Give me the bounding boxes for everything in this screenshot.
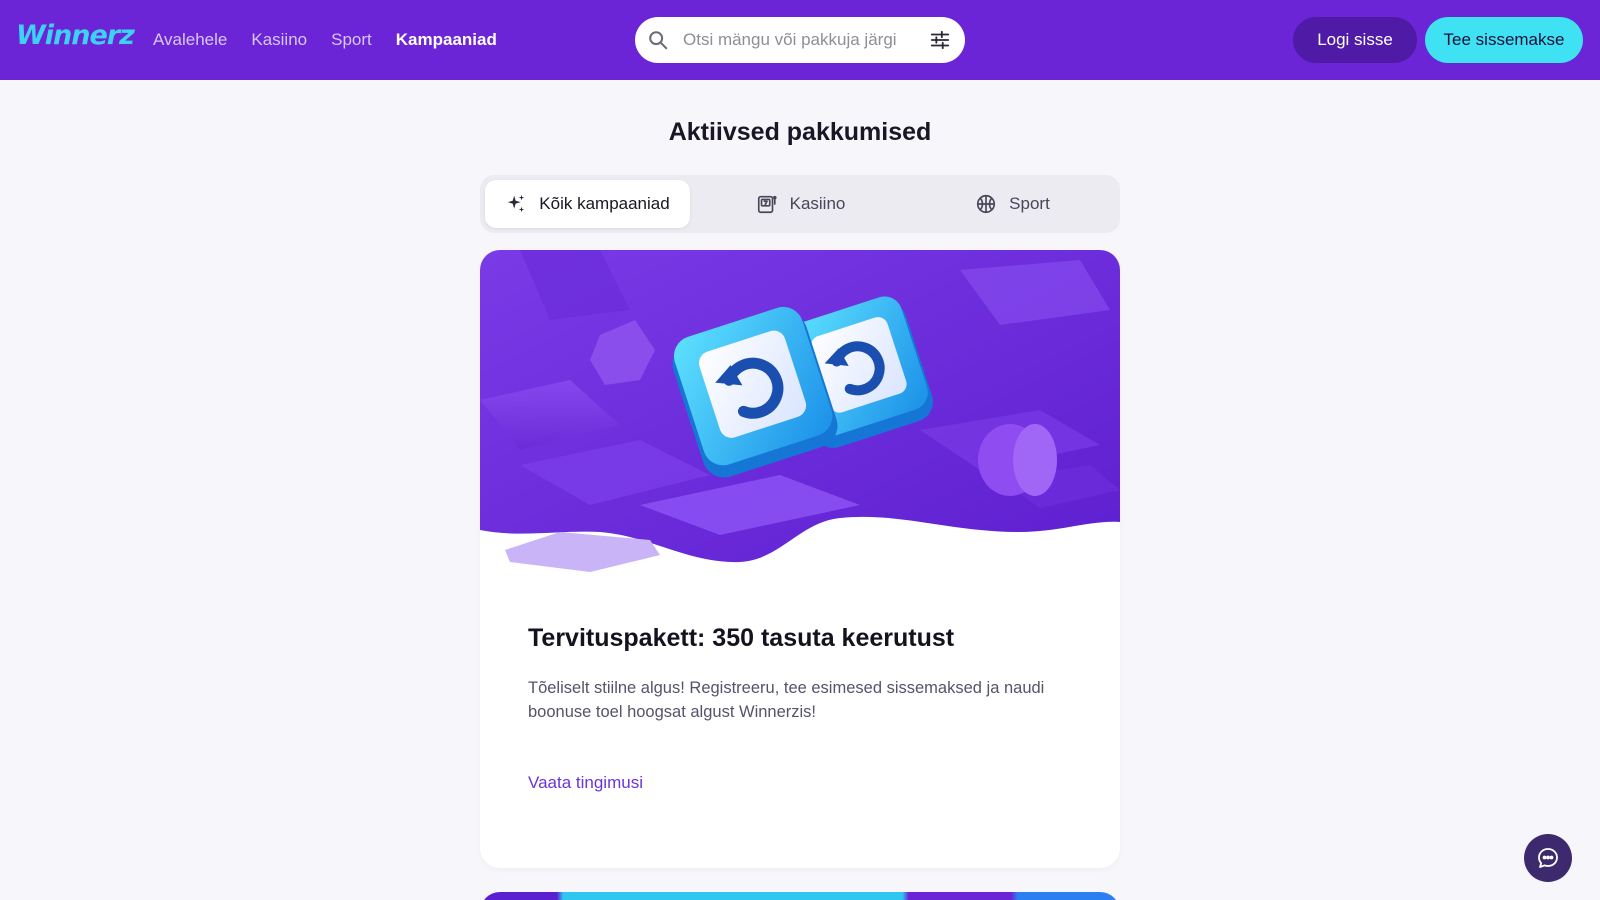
tab-label: Kasiino bbox=[789, 194, 846, 213]
winnerz-logo[interactable]: Winnerz bbox=[16, 20, 135, 51]
search-bar bbox=[635, 17, 965, 63]
nav-link-casino[interactable]: Kasiino bbox=[251, 30, 307, 50]
view-terms-link[interactable]: Vaata tingimusi bbox=[528, 773, 643, 793]
page-title: Aktiivsed pakkumised bbox=[668, 118, 932, 146]
top-header: Winnerz Avalehele Kasiino Sport Kampaani… bbox=[0, 0, 1600, 80]
main-nav: Avalehele Kasiino Sport Kampaaniad bbox=[153, 30, 497, 50]
search-input[interactable] bbox=[683, 17, 923, 63]
promo-banner-image bbox=[480, 250, 1120, 572]
promo-description: Tõeliselt stiilne algus! Registreeru, te… bbox=[528, 679, 1045, 721]
tab-casino[interactable]: Kasiino bbox=[698, 180, 903, 228]
search-icon bbox=[649, 31, 668, 50]
login-button[interactable]: Logi sisse bbox=[1293, 17, 1417, 63]
promo-title: Tervituspakett: 350 tasuta keerutust bbox=[528, 624, 955, 652]
tab-label: Sport bbox=[1009, 194, 1050, 213]
chat-button[interactable] bbox=[1524, 834, 1572, 882]
slot-machine-icon bbox=[757, 195, 777, 214]
chat-icon bbox=[1538, 848, 1558, 868]
promo-card[interactable]: Tervituspakett: 350 tasuta keerutust Tõe… bbox=[480, 250, 1120, 868]
next-promo-card[interactable] bbox=[480, 892, 1120, 900]
nav-link-campaigns[interactable]: Kampaaniad bbox=[396, 30, 497, 50]
tab-label: Kõik kampaaniad bbox=[539, 194, 670, 213]
nav-link-home[interactable]: Avalehele bbox=[153, 30, 227, 50]
tab-sport[interactable]: Sport bbox=[910, 180, 1115, 228]
nav-link-sport[interactable]: Sport bbox=[331, 30, 372, 50]
tab-all-campaigns[interactable]: Kõik kampaaniad bbox=[485, 180, 690, 228]
deposit-button[interactable]: Tee sissemakse bbox=[1425, 17, 1583, 63]
campaign-tabs: Kõik kampaaniad Kasiino Sport bbox=[480, 175, 1120, 233]
basketball-icon bbox=[977, 194, 996, 214]
sparkles-icon bbox=[508, 194, 525, 213]
filter-icon[interactable] bbox=[929, 29, 951, 51]
